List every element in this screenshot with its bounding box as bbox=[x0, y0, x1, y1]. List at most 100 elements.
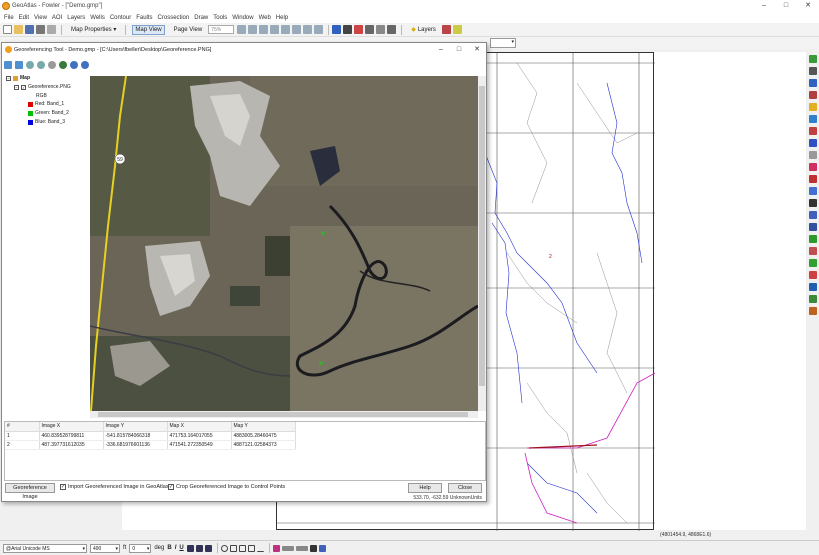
dialog-close-button[interactable]: ✕ bbox=[468, 43, 486, 57]
query-icon[interactable] bbox=[365, 25, 375, 34]
save-icon[interactable] bbox=[25, 25, 34, 34]
menu-view[interactable]: View bbox=[34, 15, 47, 21]
angle-select[interactable]: 0 bbox=[129, 543, 152, 553]
print-icon[interactable] bbox=[36, 25, 45, 34]
fault-icon[interactable] bbox=[808, 199, 817, 207]
surface-icon[interactable] bbox=[808, 211, 817, 219]
table-cell[interactable]: 4887121.02584373 bbox=[231, 440, 296, 450]
font-select[interactable]: @Arial Unicode MS bbox=[3, 543, 87, 553]
tools-icon[interactable] bbox=[808, 271, 817, 279]
menu-layers[interactable]: Layers bbox=[67, 15, 85, 21]
section-icon[interactable] bbox=[808, 187, 817, 195]
table-cell[interactable]: 460.839528799811 bbox=[39, 431, 104, 441]
table-cell[interactable]: 471541.272350549 bbox=[167, 440, 232, 450]
shape-icon[interactable] bbox=[808, 115, 817, 123]
zoom-in-icon[interactable] bbox=[26, 61, 34, 69]
new-file-icon[interactable] bbox=[3, 25, 12, 34]
whats-this-icon[interactable] bbox=[452, 25, 462, 34]
ellipse-tool-icon[interactable] bbox=[229, 544, 237, 552]
rectangle-tool-icon[interactable] bbox=[238, 544, 246, 552]
vertical-scroll-thumb[interactable] bbox=[479, 86, 485, 386]
pan-hand-icon[interactable] bbox=[48, 61, 56, 69]
font-size-select[interactable]: 490 bbox=[90, 543, 120, 553]
tree-band-blue[interactable]: Blue: Band_3 bbox=[28, 119, 65, 125]
image-viewer[interactable]: 59 ✕ ✕ bbox=[90, 76, 478, 411]
label-icon[interactable] bbox=[376, 25, 386, 34]
fill-color-icon[interactable] bbox=[272, 544, 280, 552]
lock-icon[interactable] bbox=[808, 103, 817, 111]
col-header-index[interactable]: # bbox=[5, 422, 40, 432]
menu-wells[interactable]: Wells bbox=[90, 15, 105, 21]
map-view-button[interactable]: Map View bbox=[132, 24, 165, 35]
chart-icon[interactable] bbox=[808, 259, 817, 267]
menu-crossection[interactable]: Crossection bbox=[158, 15, 190, 21]
menu-web[interactable]: Web bbox=[259, 15, 271, 21]
tree-node-layer[interactable]: − ✓ Georeference.PNG bbox=[14, 84, 71, 90]
polygon-tool-icon[interactable] bbox=[247, 544, 255, 552]
menu-file[interactable]: File bbox=[4, 15, 14, 21]
tree-band-red[interactable]: Red: Band_1 bbox=[28, 101, 64, 107]
arrow-icon[interactable] bbox=[318, 544, 326, 552]
fit-icon[interactable] bbox=[314, 25, 324, 34]
col-header-image-y[interactable]: Image Y bbox=[103, 422, 168, 432]
help-button[interactable]: Help bbox=[408, 483, 442, 493]
underline-button[interactable]: U bbox=[179, 545, 183, 551]
map-properties-button[interactable]: Map Properties ▾ bbox=[68, 24, 119, 35]
minimize-button[interactable]: – bbox=[753, 0, 775, 12]
back-arrow-icon[interactable] bbox=[70, 61, 78, 69]
select-point-icon[interactable] bbox=[15, 61, 23, 69]
map-icon[interactable] bbox=[808, 235, 817, 243]
data-icon[interactable] bbox=[808, 91, 817, 99]
table-cell[interactable]: -541.815784066318 bbox=[103, 431, 168, 441]
import-checkbox[interactable]: ✓ Import Georeferenced Image in GeoAtlas bbox=[60, 484, 169, 490]
select-icon[interactable] bbox=[332, 25, 342, 34]
menu-faults[interactable]: Faults bbox=[136, 15, 152, 21]
volume-icon[interactable] bbox=[808, 223, 817, 231]
measure-icon[interactable] bbox=[343, 25, 353, 34]
report-icon[interactable] bbox=[808, 295, 817, 303]
table-cell[interactable]: -336.681976601136 bbox=[103, 440, 168, 450]
globe-icon[interactable] bbox=[808, 55, 817, 63]
dialog-maximize-button[interactable]: □ bbox=[450, 43, 468, 57]
menu-help[interactable]: Help bbox=[276, 15, 288, 21]
zoom-out-icon[interactable] bbox=[37, 61, 45, 69]
line-tool-icon[interactable] bbox=[256, 545, 264, 552]
layers-button[interactable]: ◆ Layers bbox=[408, 24, 439, 35]
align-right-icon[interactable] bbox=[204, 544, 212, 552]
world-icon[interactable] bbox=[808, 79, 817, 87]
crop-checkbox[interactable]: ✓ Crop Georeferenced Image to Control Po… bbox=[168, 484, 285, 490]
menu-draw[interactable]: Draw bbox=[194, 15, 208, 21]
zoom-in-icon[interactable] bbox=[237, 25, 247, 34]
horizontal-scrollbar[interactable] bbox=[90, 411, 478, 418]
zoom-out-icon[interactable] bbox=[248, 25, 258, 34]
table-row[interactable]: 2 487.397731612035 -336.681976601136 471… bbox=[5, 440, 296, 450]
options-icon[interactable] bbox=[808, 307, 817, 315]
menu-window[interactable]: Window bbox=[232, 15, 253, 21]
refresh-icon[interactable] bbox=[292, 25, 302, 34]
tree-band-green[interactable]: Green: Band_2 bbox=[28, 110, 69, 116]
zoom-combo[interactable]: 75% bbox=[208, 25, 235, 34]
table-cell[interactable]: 4883005.28460475 bbox=[231, 431, 296, 441]
expand-icon[interactable]: − bbox=[14, 84, 19, 90]
pen-icon[interactable] bbox=[309, 544, 317, 552]
page-view-button[interactable]: Page View bbox=[171, 25, 206, 35]
col-header-map-x[interactable]: Map X bbox=[167, 422, 232, 432]
help-icon[interactable] bbox=[441, 25, 451, 34]
zoom-window-icon[interactable] bbox=[259, 25, 269, 34]
table-icon[interactable] bbox=[808, 151, 817, 159]
close-dialog-button[interactable]: Close bbox=[448, 483, 482, 493]
line-width-icon[interactable] bbox=[295, 545, 308, 551]
vertical-scrollbar[interactable] bbox=[478, 76, 486, 411]
zoom-extent-icon[interactable] bbox=[281, 25, 291, 34]
open-folder-icon[interactable] bbox=[14, 25, 23, 34]
dialog-minimize-button[interactable]: – bbox=[432, 43, 450, 57]
bold-button[interactable]: B bbox=[167, 545, 171, 551]
add-point-icon[interactable] bbox=[4, 61, 12, 69]
forward-arrow-icon[interactable] bbox=[81, 61, 89, 69]
full-extent-icon[interactable] bbox=[59, 61, 67, 69]
checkbox-checked-icon[interactable]: ✓ bbox=[168, 484, 174, 490]
pan-icon[interactable] bbox=[270, 25, 280, 34]
redraw-icon[interactable] bbox=[303, 25, 313, 34]
layer-visibility-checkbox[interactable]: ✓ bbox=[21, 84, 26, 90]
tree-node-map[interactable]: − Map bbox=[6, 75, 30, 81]
